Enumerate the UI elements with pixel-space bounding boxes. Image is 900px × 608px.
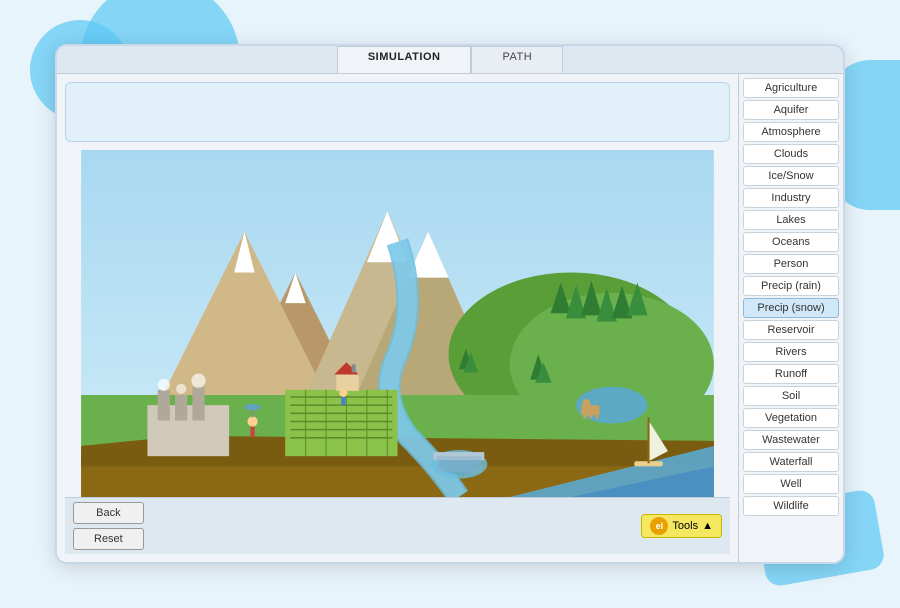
sidebar-item-precip-rain[interactable]: Precip (rain) [743, 276, 839, 296]
app-window: SIMULATION PATH [55, 44, 845, 564]
sidebar-item-oceans[interactable]: Oceans [743, 232, 839, 252]
sidebar-item-atmosphere[interactable]: Atmosphere [743, 122, 839, 142]
tools-bar[interactable]: el Tools ▲ [641, 514, 722, 538]
sidebar-item-waterfall[interactable]: Waterfall [743, 452, 839, 472]
sidebar-item-well[interactable]: Well [743, 474, 839, 494]
sidebar-item-wildlife[interactable]: Wildlife [743, 496, 839, 516]
reset-button[interactable]: Reset [73, 528, 144, 550]
bottom-bar: Back Reset el Tools ▲ [65, 497, 730, 554]
sidebar-item-precip-snow[interactable]: Precip (snow) [743, 298, 839, 318]
sidebar: Agriculture Aquifer Atmosphere Clouds Ic… [738, 74, 843, 562]
scene-container [65, 150, 730, 497]
sim-panel: Back Reset el Tools ▲ [57, 74, 738, 562]
sidebar-item-vegetation[interactable]: Vegetation [743, 408, 839, 428]
sidebar-item-lakes[interactable]: Lakes [743, 210, 839, 230]
sidebar-item-runoff[interactable]: Runoff [743, 364, 839, 384]
sidebar-item-industry[interactable]: Industry [743, 188, 839, 208]
sidebar-item-agriculture[interactable]: Agriculture [743, 78, 839, 98]
sidebar-item-rivers[interactable]: Rivers [743, 342, 839, 362]
tab-path[interactable]: PATH [471, 46, 563, 73]
tab-bar: SIMULATION PATH [57, 46, 843, 74]
tools-chevron-icon: ▲ [702, 520, 713, 532]
content-area: Back Reset el Tools ▲ Agriculture Aquife… [57, 74, 843, 562]
back-button[interactable]: Back [73, 502, 144, 524]
tab-simulation[interactable]: SIMULATION [337, 46, 472, 73]
sidebar-item-wastewater[interactable]: Wastewater [743, 430, 839, 450]
sidebar-item-aquifer[interactable]: Aquifer [743, 100, 839, 120]
sidebar-item-person[interactable]: Person [743, 254, 839, 274]
sidebar-item-icesnow[interactable]: Ice/Snow [743, 166, 839, 186]
sidebar-item-reservoir[interactable]: Reservoir [743, 320, 839, 340]
info-box [65, 82, 730, 142]
tools-label: Tools [672, 520, 698, 532]
sidebar-item-clouds[interactable]: Clouds [743, 144, 839, 164]
sidebar-item-soil[interactable]: Soil [743, 386, 839, 406]
tools-logo: el [650, 517, 668, 535]
action-buttons: Back Reset [73, 502, 144, 550]
